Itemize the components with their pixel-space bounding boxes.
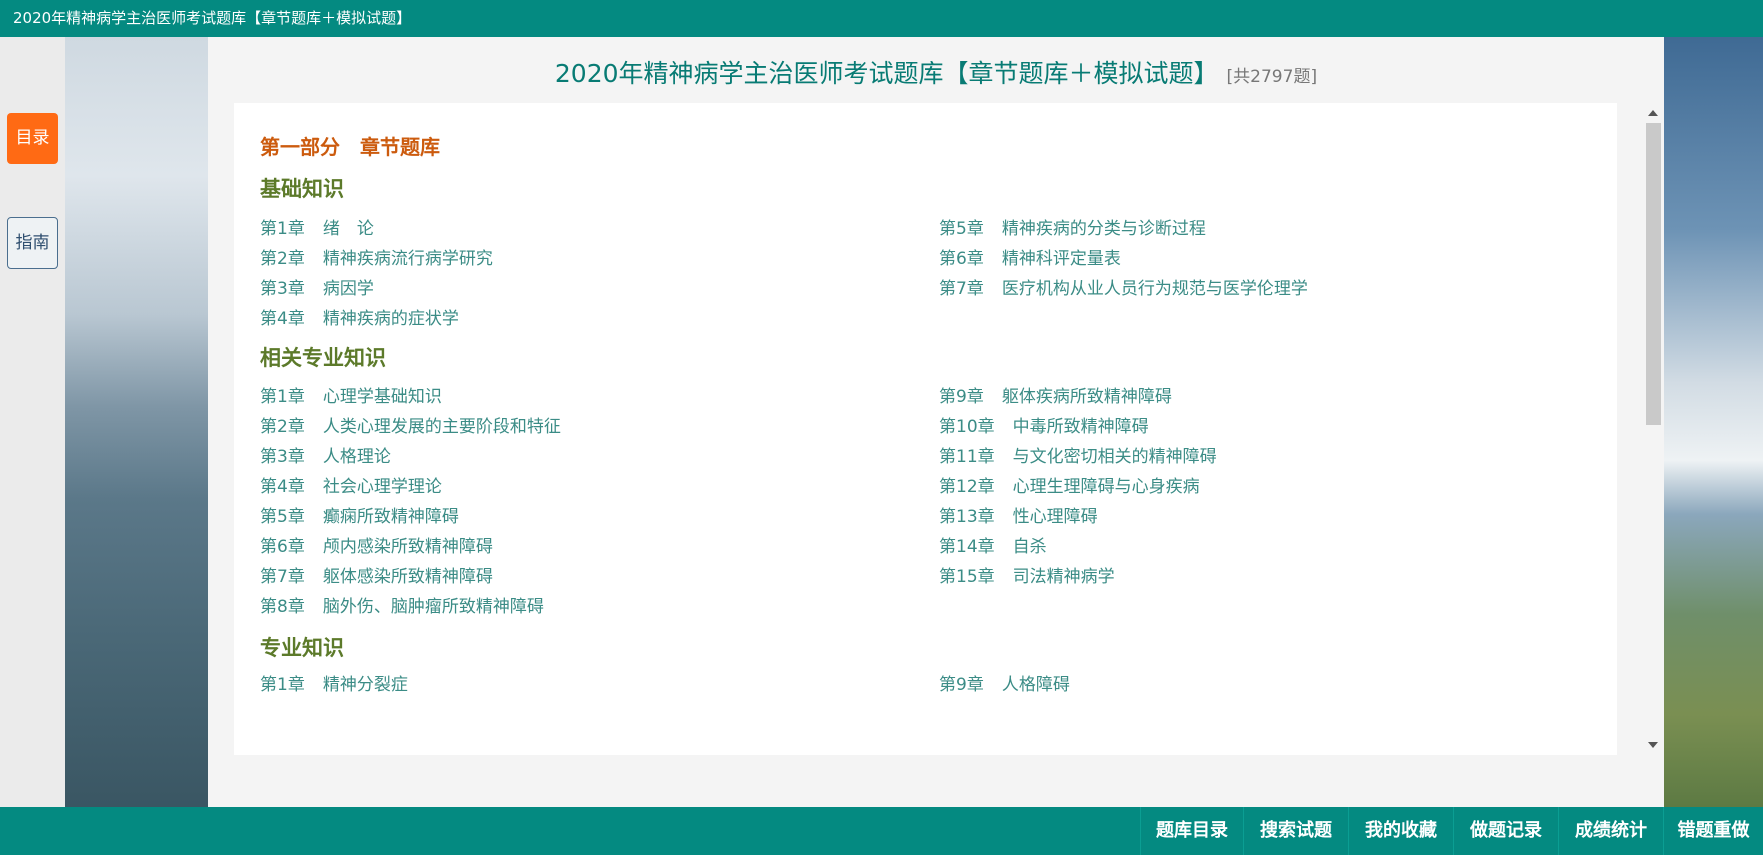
nav-practice-records[interactable]: 做题记录 xyxy=(1453,807,1558,855)
chapter-link[interactable]: 第7章 医疗机构从业人员行为规范与医学伦理学 xyxy=(939,274,1308,299)
nav-my-favorites[interactable]: 我的收藏 xyxy=(1348,807,1453,855)
catalog-content[interactable]: 第一部分 章节题库 基础知识 第1章绪 论 第2章 精神疾病流行病学研究 第3章病… xyxy=(234,103,1617,755)
background-image-right xyxy=(1664,37,1763,807)
chapter-link[interactable]: 第6章 精神科评定量表 xyxy=(939,244,1121,269)
chapter-link[interactable]: 第6章 颅内感染所致精神障碍 xyxy=(260,532,493,557)
chapter-link[interactable]: 第4章 社会心理学理论 xyxy=(260,472,442,497)
nav-score-statistics[interactable]: 成绩统计 xyxy=(1558,807,1663,855)
category-heading-basic: 基础知识 xyxy=(260,177,344,201)
nav-question-catalog[interactable]: 题库目录 xyxy=(1140,807,1243,855)
question-count: [共2797题] xyxy=(1226,67,1318,87)
page-title: 2020年精神病学主治医师考试题库【章节题库＋模拟试题】 xyxy=(554,59,1219,88)
chapter-link[interactable]: 第8章 脑外伤、脑肿瘤所致精神障碍 xyxy=(260,592,544,617)
chapter-link[interactable]: 第9章 躯体疾病所致精神障碍 xyxy=(939,382,1172,407)
background-image-left xyxy=(65,37,208,807)
window-title: 2020年精神病学主治医师考试题库【章节题库＋模拟试题】 xyxy=(13,9,412,27)
left-sidebar: 目录 指南 xyxy=(0,37,65,807)
chapter-link[interactable]: 第10章 中毒所致精神障碍 xyxy=(939,412,1149,437)
chapter-link[interactable]: 第3章 病因学 xyxy=(260,274,374,299)
chapter-link[interactable]: 第9章 人格障碍 xyxy=(939,670,1070,695)
guide-button[interactable]: 指南 xyxy=(7,217,58,269)
window-title-bar: 2020年精神病学主治医师考试题库【章节题库＋模拟试题】 xyxy=(0,0,1763,37)
chapter-link[interactable]: 第4章 精神疾病的症状学 xyxy=(260,304,459,329)
chapter-link[interactable]: 第5章 精神疾病的分类与诊断过程 xyxy=(939,214,1206,239)
chapter-link[interactable]: 第13章 性心理障碍 xyxy=(939,502,1098,527)
scrollbar-thumb[interactable] xyxy=(1646,123,1661,425)
chapter-link[interactable]: 第15章 司法精神病学 xyxy=(939,562,1115,587)
nav-search-questions[interactable]: 搜索试题 xyxy=(1243,807,1348,855)
bottom-navigation-bar: 题库目录 搜索试题 我的收藏 做题记录 成绩统计 错题重做 xyxy=(0,807,1763,855)
chapter-link[interactable]: 第1章 心理学基础知识 xyxy=(260,382,442,407)
chapter-link[interactable]: 第11章 与文化密切相关的精神障碍 xyxy=(939,442,1217,467)
catalog-button[interactable]: 目录 xyxy=(7,113,58,164)
scroll-down-arrow-icon[interactable] xyxy=(1648,742,1658,748)
page-heading: 2020年精神病学主治医师考试题库【章节题库＋模拟试题】 [共2797题] xyxy=(208,54,1664,90)
main-panel: 2020年精神病学主治医师考试题库【章节题库＋模拟试题】 [共2797题] 第一部… xyxy=(208,37,1664,807)
scroll-up-arrow-icon[interactable] xyxy=(1648,110,1658,116)
chapter-link[interactable]: 第1章 精神分裂症 xyxy=(260,670,408,695)
nav-redo-wrong-questions[interactable]: 错题重做 xyxy=(1663,807,1763,855)
part-heading: 第一部分 章节题库 xyxy=(260,135,440,159)
chapter-link[interactable]: 第7章 躯体感染所致精神障碍 xyxy=(260,562,493,587)
chapter-link[interactable]: 第1章绪 论 xyxy=(260,214,374,239)
chapter-link[interactable]: 第12章 心理生理障碍与心身疾病 xyxy=(939,472,1200,497)
chapter-link[interactable]: 第5章 癫痫所致精神障碍 xyxy=(260,502,459,527)
chapter-link[interactable]: 第2章 精神疾病流行病学研究 xyxy=(260,244,493,269)
chapter-link[interactable]: 第14章 自杀 xyxy=(939,532,1047,557)
chapter-link[interactable]: 第2章 人类心理发展的主要阶段和特征 xyxy=(260,412,561,437)
category-heading-related: 相关专业知识 xyxy=(260,346,386,370)
vertical-scrollbar[interactable] xyxy=(1644,103,1663,755)
chapter-link[interactable]: 第3章 人格理论 xyxy=(260,442,391,467)
category-heading-professional: 专业知识 xyxy=(260,636,344,660)
